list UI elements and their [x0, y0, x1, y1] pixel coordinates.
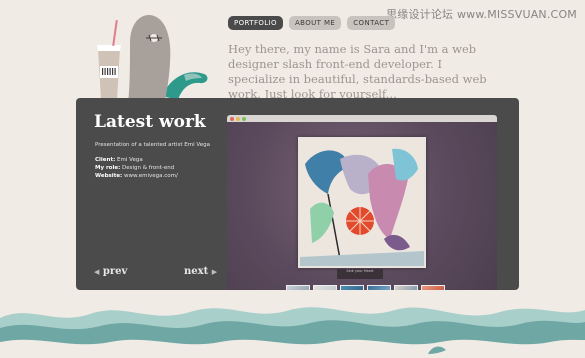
browser-titlebar: [227, 115, 497, 122]
close-dot-icon: [230, 116, 234, 121]
chevron-left-icon: ◀: [94, 267, 100, 276]
artwork-caption: Sink your Heart: [337, 269, 383, 279]
website-link[interactable]: www.emivega.com/: [124, 173, 178, 179]
browser-preview: Sink your Heart: [227, 115, 497, 290]
thumbnail-1[interactable]: [286, 285, 310, 290]
zoom-dot-icon: [242, 116, 246, 121]
portfolio-description: Presentation of a talented artist Emi Ve…: [95, 142, 210, 148]
next-button[interactable]: next ▶: [184, 266, 217, 277]
preview-stage: Sink your Heart: [227, 122, 497, 290]
main-nav: PORTFOLIO ABOUT ME CONTACT: [228, 16, 396, 30]
meta-role: My role: Design & front-end: [95, 165, 175, 171]
intro-text: Hey there, my name is Sara and I'm a web…: [228, 42, 487, 101]
mascot-illustration: [97, 15, 208, 103]
featured-artwork[interactable]: [298, 137, 426, 268]
tab-contact[interactable]: CONTACT: [347, 16, 396, 30]
portfolio-meta: Client: Emi Vega My role: Design & front…: [95, 156, 178, 180]
wave-decoration: [0, 307, 585, 358]
portfolio-title: Latest work: [94, 112, 206, 132]
tab-portfolio[interactable]: PORTFOLIO: [228, 16, 283, 30]
artwork-image: [300, 139, 424, 266]
watermark-text: 思缘设计论坛 www.MISSVUAN.COM: [386, 8, 577, 21]
thumbnail-6[interactable]: [421, 285, 445, 290]
meta-client: Client: Emi Vega: [95, 157, 143, 163]
thumbnail-4[interactable]: [367, 285, 391, 290]
minimize-dot-icon: [236, 116, 240, 121]
thumbnail-5[interactable]: [394, 285, 418, 290]
thumbnail-strip: [286, 285, 445, 290]
portfolio-panel: Latest work Presentation of a talented a…: [76, 98, 519, 290]
meta-website: Website: www.emivega.com/: [95, 173, 178, 179]
prev-button[interactable]: ◀ prev: [94, 266, 127, 277]
thumbnail-3[interactable]: [340, 285, 364, 290]
chevron-right-icon: ▶: [211, 267, 218, 276]
tab-about-me[interactable]: ABOUT ME: [288, 16, 342, 30]
thumbnail-2[interactable]: [313, 285, 337, 290]
